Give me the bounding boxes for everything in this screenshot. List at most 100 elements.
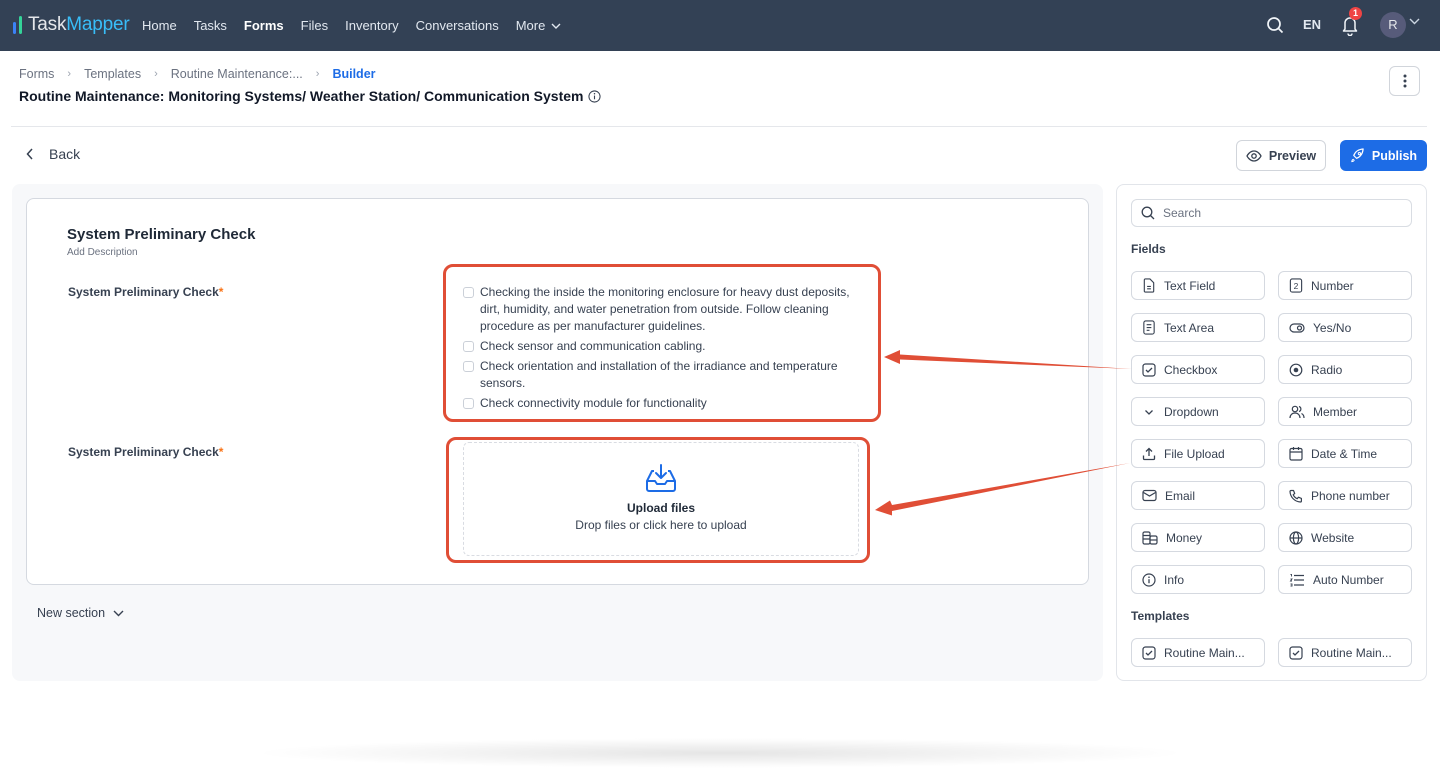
field-label: Checkbox xyxy=(1164,362,1218,377)
avatar[interactable]: R xyxy=(1380,12,1406,38)
field-phone-number[interactable]: Phone number xyxy=(1278,481,1412,510)
field-label: Dropdown xyxy=(1164,404,1219,419)
bottom-shadow xyxy=(250,738,1190,768)
chevron-down-icon xyxy=(113,610,124,616)
field-dropdown[interactable]: Dropdown xyxy=(1131,397,1265,426)
section-description[interactable]: Add Description xyxy=(67,247,138,258)
breadcrumb-forms[interactable]: Forms xyxy=(19,67,54,81)
language-selector[interactable]: EN xyxy=(1303,17,1321,32)
field-label: Phone number xyxy=(1311,488,1390,503)
text-area-icon xyxy=(1143,320,1155,335)
palette-search[interactable] xyxy=(1131,199,1412,227)
nav-item-more[interactable]: More xyxy=(516,18,562,33)
page-title: Routine Maintenance: Monitoring Systems/… xyxy=(19,88,602,104)
nav-more-label: More xyxy=(515,18,546,33)
search-icon xyxy=(1141,206,1155,220)
back-button[interactable]: Back xyxy=(26,146,80,162)
preview-button[interactable]: Preview xyxy=(1236,140,1326,171)
upload-inbox-icon xyxy=(646,464,676,492)
fields-heading: Fields xyxy=(1131,242,1166,256)
nav-item-inventory[interactable]: Inventory xyxy=(345,18,398,33)
chevron-down-icon[interactable] xyxy=(1409,18,1420,25)
back-label: Back xyxy=(49,146,81,162)
checkbox-input[interactable] xyxy=(463,361,474,372)
users-icon xyxy=(1289,405,1305,418)
chevron-down-icon xyxy=(551,23,561,29)
field-text-area[interactable]: Text Area xyxy=(1131,313,1265,342)
logo-text: TaskMapper xyxy=(28,14,130,35)
new-section-button[interactable]: New section xyxy=(37,606,124,620)
field-label: Info xyxy=(1164,572,1185,587)
search-icon[interactable] xyxy=(1266,16,1284,34)
field-file-upload[interactable]: File Upload xyxy=(1131,439,1265,468)
template-item[interactable]: Routine Main... xyxy=(1131,638,1265,667)
more-options-button[interactable] xyxy=(1389,66,1420,96)
breadcrumb-template-name[interactable]: Routine Maintenance:... xyxy=(171,67,303,81)
field-label: Yes/No xyxy=(1313,320,1352,335)
publish-button[interactable]: Publish xyxy=(1340,140,1427,171)
field-label: Date & Time xyxy=(1311,446,1378,461)
field-label: Text Area xyxy=(1164,320,1215,335)
eye-icon xyxy=(1246,149,1262,162)
field-text-field[interactable]: Text Field xyxy=(1131,271,1265,300)
required-mark: * xyxy=(218,285,224,299)
field-info[interactable]: Info xyxy=(1131,565,1265,594)
checkbox-input[interactable] xyxy=(463,341,474,352)
template-item[interactable]: Routine Main... xyxy=(1278,638,1412,667)
checkbox-icon xyxy=(1289,645,1303,660)
field-auto-number[interactable]: Auto Number xyxy=(1278,565,1412,594)
templates-heading: Templates xyxy=(1131,609,1190,623)
breadcrumb-templates[interactable]: Templates xyxy=(84,67,141,81)
field-radio[interactable]: Radio xyxy=(1278,355,1412,384)
checkbox-option[interactable]: Checking the inside the monitoring enclo… xyxy=(463,284,863,335)
info-icon[interactable] xyxy=(588,89,602,103)
field-label: File Upload xyxy=(1164,446,1225,461)
svg-text:2: 2 xyxy=(1294,281,1299,291)
field-label-checkbox: System Preliminary Check* xyxy=(68,285,223,299)
checkbox-group: Checking the inside the monitoring enclo… xyxy=(463,284,863,415)
checkbox-option[interactable]: Check orientation and installation of th… xyxy=(463,358,863,392)
nav-item-home[interactable]: Home xyxy=(142,18,177,33)
file-upload-dropzone[interactable]: Upload files Drop files or click here to… xyxy=(463,442,859,556)
checkbox-option[interactable]: Check connectivity module for functional… xyxy=(463,395,863,412)
nav-item-tasks[interactable]: Tasks xyxy=(194,18,227,33)
field-money[interactable]: Money xyxy=(1131,523,1265,552)
field-member[interactable]: Member xyxy=(1278,397,1412,426)
publish-label: Publish xyxy=(1371,148,1418,163)
nav-item-forms[interactable]: Forms xyxy=(244,18,284,33)
field-yes-no[interactable]: Yes/No xyxy=(1278,313,1412,342)
field-number[interactable]: 2 Number xyxy=(1278,271,1412,300)
info-icon xyxy=(1142,572,1156,587)
nav-item-files[interactable]: Files xyxy=(301,18,328,33)
field-website[interactable]: Website xyxy=(1278,523,1412,552)
list-ordered-icon xyxy=(1289,573,1304,586)
field-label: Text Field xyxy=(1164,278,1216,293)
chevron-right-icon: › xyxy=(67,68,72,80)
field-date-time[interactable]: Date & Time xyxy=(1278,439,1412,468)
field-checkbox[interactable]: Checkbox xyxy=(1131,355,1265,384)
palette-search-input[interactable] xyxy=(1163,206,1393,220)
checkbox-input[interactable] xyxy=(463,287,474,298)
required-mark: * xyxy=(218,445,224,459)
checkbox-option-label: Check sensor and communication cabling. xyxy=(480,339,706,353)
checkbox-option[interactable]: Check sensor and communication cabling. xyxy=(463,338,863,355)
field-label-text: System Preliminary Check xyxy=(68,285,219,299)
upload-icon xyxy=(1142,447,1156,460)
section-title[interactable]: System Preliminary Check xyxy=(67,226,255,243)
checkbox-icon xyxy=(1142,645,1156,660)
chevron-right-icon: › xyxy=(315,68,320,80)
field-label-upload: System Preliminary Check* xyxy=(68,445,223,459)
chevron-down-icon xyxy=(1145,409,1153,415)
checkbox-input[interactable] xyxy=(463,398,474,409)
field-email[interactable]: Email xyxy=(1131,481,1265,510)
breadcrumb-builder: Builder xyxy=(332,67,376,81)
checkbox-option-label: Check orientation and installation of th… xyxy=(480,359,838,390)
app-logo[interactable]: TaskMapper xyxy=(13,12,130,38)
breadcrumb: Forms › Templates › Routine Maintenance:… xyxy=(19,67,376,81)
checkbox-icon xyxy=(1142,362,1156,377)
nav-item-conversations[interactable]: Conversations xyxy=(416,18,499,33)
checkbox-option-label: Checking the inside the monitoring enclo… xyxy=(480,285,850,333)
calendar-icon xyxy=(1289,447,1303,461)
field-palette-sidebar xyxy=(1116,184,1427,681)
globe-icon xyxy=(1289,530,1303,545)
